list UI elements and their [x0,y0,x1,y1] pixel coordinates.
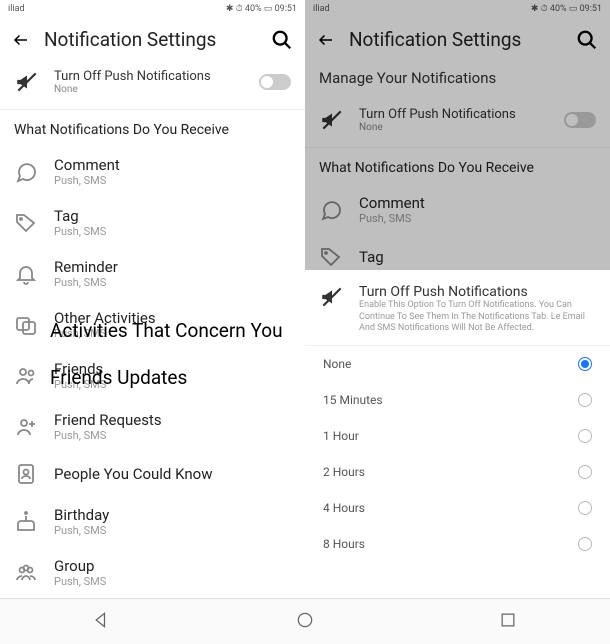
status-bar: iliad ✱ ⏱ 40% ▭ 09:51 [0,0,305,18]
list-title: Comment [359,194,596,212]
tag-icon [319,245,343,269]
list-item-comment[interactable]: CommentPush, SMS [305,184,610,235]
megaphone-off-icon [14,69,40,95]
option-label: 4 Hours [323,501,365,515]
megaphone-off-icon [319,107,345,133]
list-sub: Push, SMS [359,212,596,225]
radio-icon [578,429,592,443]
section-header: What Notifications Do You Receive [0,110,305,146]
push-text: Turn Off Push Notifications None [54,69,245,95]
list-sub: Push, SMS [54,575,291,588]
option-none[interactable]: None [305,346,610,382]
list-sub: Push, SMS [54,276,291,289]
list-title: People You Could Know [54,465,291,483]
push-toggle[interactable] [564,112,596,128]
comment-icon [14,160,38,184]
option-label: 2 Hours [323,465,365,479]
option-2hours[interactable]: 2 Hours [305,454,610,490]
push-title: Turn Off Push Notifications [359,107,550,122]
list-sub: Push, SMS [54,524,291,537]
push-text: Turn Off Push Notifications None [359,107,550,133]
friends-icon [14,364,38,388]
radio-icon [578,393,592,407]
list-item-friend-requests[interactable]: Friend RequestsPush, SMS [0,401,305,452]
comment-icon [319,198,343,222]
radio-icon [578,357,592,371]
list-title: Comment [54,156,291,174]
option-label: 8 Hours [323,537,365,551]
sheet-title: Turn Off Push Notifications [359,284,596,300]
search-icon[interactable] [271,29,293,51]
contacts-icon [14,462,38,486]
friend-request-icon [14,415,38,439]
page-header: Notification Settings [0,18,305,61]
activities-icon [14,313,38,337]
sheet-desc: Enable This Option To Turn Off Notificat… [359,300,596,335]
screen-right: iliad ✱ ⏱ 40% ▭ 09:51 Notification Setti… [305,0,610,598]
status-bar: iliad ✱ ⏱ 40% ▭ 09:51 [305,0,610,18]
push-toggle-row[interactable]: Turn Off Push Notifications None [0,61,305,110]
list-title: Birthday [54,506,291,524]
option-label: 15 Minutes [323,393,383,407]
list-title: Group [54,557,291,575]
bell-icon [14,262,38,286]
push-sub: None [54,84,245,95]
screen-left: iliad ✱ ⏱ 40% ▭ 09:51 Notification Setti… [0,0,305,598]
birthday-icon [14,510,38,534]
back-icon[interactable] [317,31,335,49]
push-toggle-row[interactable]: Turn Off Push Notifications None [305,99,610,148]
radio-icon [578,537,592,551]
overlay-caption-1: Activities That Concern You [50,319,283,342]
push-sub: None [359,122,550,133]
list-title: Friend Requests [54,411,291,429]
list-item-people-know[interactable]: People You Could Know [0,452,305,496]
list-sub: Push, SMS [54,174,291,187]
list-item-group[interactable]: GroupPush, SMS [0,547,305,598]
page-header: Notification Settings [305,18,610,61]
manage-header: Manage Your Notifications [305,61,610,99]
group-icon [14,561,38,585]
megaphone-off-icon [319,284,345,310]
option-sheet: Turn Off Push Notifications Enable This … [305,270,610,598]
status-right: ✱ ⏱ 40% ▭ 09:51 [226,4,297,14]
option-label: 1 Hour [323,429,359,443]
nav-recent-icon[interactable] [498,610,518,634]
list-title: Reminder [54,258,291,276]
tag-icon [14,211,38,235]
list-title: Tag [359,248,596,266]
section-header: What Notifications Do You Receive [305,148,610,184]
option-4hours[interactable]: 4 Hours [305,490,610,526]
list-sub: Push, SMS [54,429,291,442]
back-icon[interactable] [12,31,30,49]
carrier-label: iliad [8,4,25,14]
list-item-birthday[interactable]: BirthdayPush, SMS [0,496,305,547]
option-15min[interactable]: 15 Minutes [305,382,610,418]
list-item-tag[interactable]: TagPush, SMS [0,197,305,248]
android-navbar [0,598,610,644]
sheet-header: Turn Off Push Notifications Enable This … [305,270,610,346]
radio-icon [578,501,592,515]
search-icon[interactable] [576,29,598,51]
push-toggle[interactable] [259,74,291,90]
list-title: Tag [54,207,291,225]
list-item-reminder[interactable]: ReminderPush, SMS [0,248,305,299]
option-8hours[interactable]: 8 Hours [305,526,610,562]
page-title: Notification Settings [44,28,257,51]
option-1hour[interactable]: 1 Hour [305,418,610,454]
list-item-comment[interactable]: CommentPush, SMS [0,146,305,197]
push-title: Turn Off Push Notifications [54,69,245,84]
nav-back-icon[interactable] [92,610,112,634]
option-label: None [323,357,351,371]
radio-icon [578,465,592,479]
nav-home-icon[interactable] [295,610,315,634]
list-sub: Push, SMS [54,225,291,238]
overlay-caption-2: Friends Updates [50,366,187,389]
status-right: ✱ ⏱ 40% ▭ 09:51 [531,4,602,14]
carrier-label: iliad [313,4,330,14]
page-title: Notification Settings [349,28,562,51]
